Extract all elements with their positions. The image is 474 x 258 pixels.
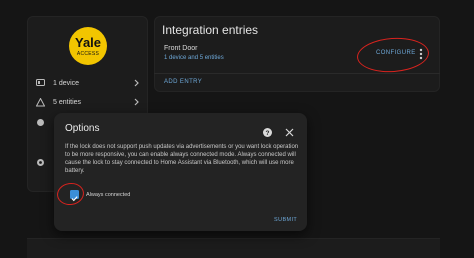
entry-detail-link[interactable]: 1 device and 5 entities [164,55,224,61]
chevron-right-icon [132,79,140,87]
logo-subtext: ACCESS [76,51,100,57]
entry-name: Front Door [164,45,198,52]
logo-word: Yale [74,35,102,50]
dialog-title: Options [65,123,100,134]
svg-text:?: ? [266,130,270,137]
always-connected-label: Always connected [86,192,131,198]
close-icon[interactable] [285,124,294,137]
device-count-label: 1 device [53,79,80,87]
device-count-row[interactable]: 1 device [36,75,140,91]
entity-count-row[interactable]: 5 entities [36,94,140,110]
entity-count-label: 5 entities [53,98,82,106]
divider [154,73,440,74]
device-icon [36,79,45,88]
help-icon[interactable]: ? [263,124,272,137]
chevron-right-icon [132,98,140,106]
brand-logo: Yale ACCESS [69,27,107,65]
bug-icon [36,158,45,167]
entities-icon [36,97,45,107]
add-entry-button[interactable]: ADD ENTRY [164,79,202,85]
dialog-description: If the lock does not support push update… [65,144,299,174]
submit-button[interactable]: SUBMIT [274,217,297,223]
settings-icon [36,118,45,127]
integration-entries-title: Integration entries [162,23,259,37]
bottom-bar [27,238,440,258]
